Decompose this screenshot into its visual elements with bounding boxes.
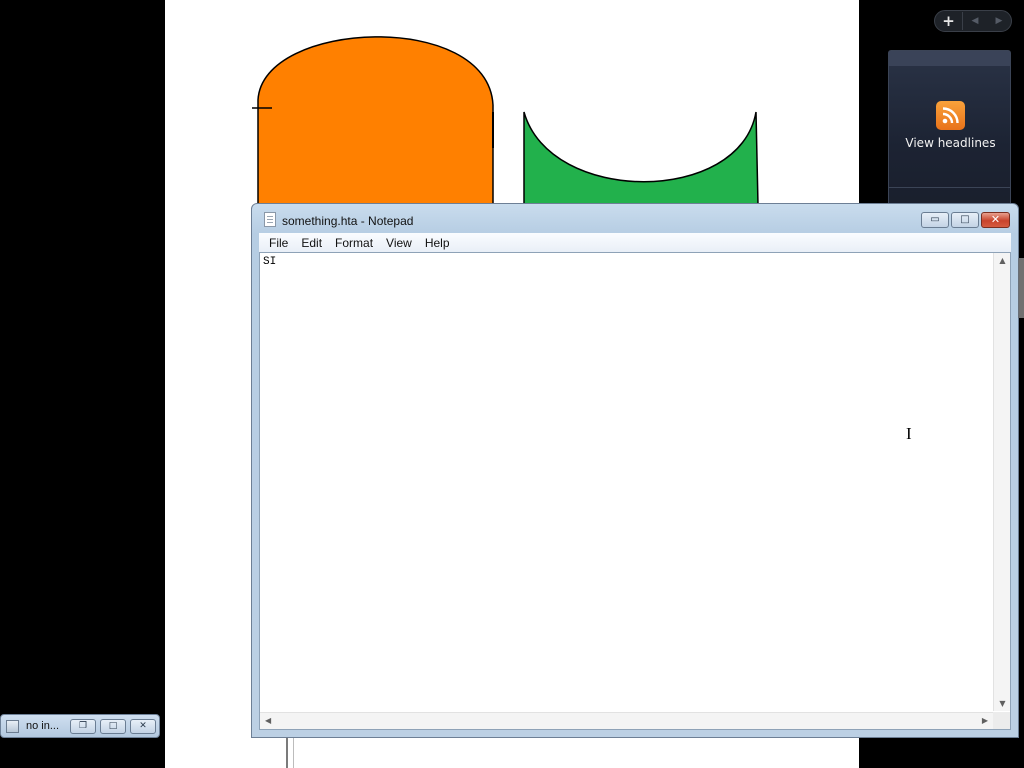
close-button[interactable]: ✕ <box>981 212 1010 228</box>
gadget-divider <box>889 187 1010 188</box>
menu-format[interactable]: Format <box>329 236 379 250</box>
text-cursor-icon: I <box>906 424 912 443</box>
gadget-nav: ◀ ▶ <box>963 16 1011 26</box>
window-app-icon <box>6 719 19 733</box>
size-grip[interactable] <box>993 712 1010 729</box>
scroll-up-arrow-icon[interactable]: ▲ <box>994 256 1011 265</box>
background-window-edge <box>286 738 294 768</box>
vertical-scrollbar[interactable]: ▲ ▼ <box>993 253 1010 711</box>
maximize-button[interactable]: □ <box>951 212 979 228</box>
scroll-left-arrow-icon[interactable]: ◀ <box>265 716 271 725</box>
menu-help[interactable]: Help <box>419 236 456 250</box>
restore-button[interactable]: ❐ <box>70 718 96 734</box>
minimize-button[interactable]: ▭ <box>921 212 949 228</box>
menu-edit[interactable]: Edit <box>295 236 328 250</box>
close-small-button[interactable]: ✕ <box>130 718 156 734</box>
rss-feed-icon[interactable] <box>936 101 965 130</box>
minimize-icon: ▭ <box>930 214 940 225</box>
window-controls: ▭ □ ✕ <box>921 212 1010 228</box>
notepad-window[interactable]: something.hta - Notepad ▭ □ ✕ File Edit … <box>251 203 1019 738</box>
green-bowl-shape <box>523 111 759 206</box>
maximize-small-button[interactable]: □ <box>100 718 126 734</box>
editor-content[interactable]: SI <box>263 256 276 268</box>
menu-file[interactable]: File <box>263 236 294 250</box>
next-arrow-icon[interactable]: ▶ <box>996 16 1003 26</box>
view-headlines-link[interactable]: View headlines <box>888 136 1013 150</box>
notepad-icon <box>264 212 276 227</box>
menu-bar: File Edit Format View Help <box>259 233 1011 252</box>
minimized-window[interactable]: no in... ❐ □ ✕ <box>0 714 160 738</box>
scroll-right-arrow-icon[interactable]: ▶ <box>982 716 988 725</box>
orange-dome-shape <box>257 36 494 206</box>
window-title: something.hta - Notepad <box>282 214 414 228</box>
add-gadget-button[interactable]: + <box>935 12 963 30</box>
text-editor-area[interactable]: SI ▲ ▼ ◀ ▶ <box>259 252 1011 730</box>
scroll-down-arrow-icon[interactable]: ▼ <box>994 699 1011 708</box>
gadget-header-strip <box>889 51 1010 66</box>
previous-arrow-icon[interactable]: ◀ <box>972 16 979 26</box>
horizontal-scrollbar[interactable]: ◀ ▶ <box>260 712 993 729</box>
minimized-window-label[interactable]: no in... <box>26 720 66 732</box>
menu-view[interactable]: View <box>380 236 418 250</box>
feed-headlines-gadget[interactable] <box>888 50 1011 210</box>
offscreen-window-edge <box>1018 258 1024 318</box>
gadget-controls: + ◀ ▶ <box>934 10 1012 32</box>
close-icon: ✕ <box>990 213 1001 226</box>
maximize-icon: □ <box>960 214 970 225</box>
